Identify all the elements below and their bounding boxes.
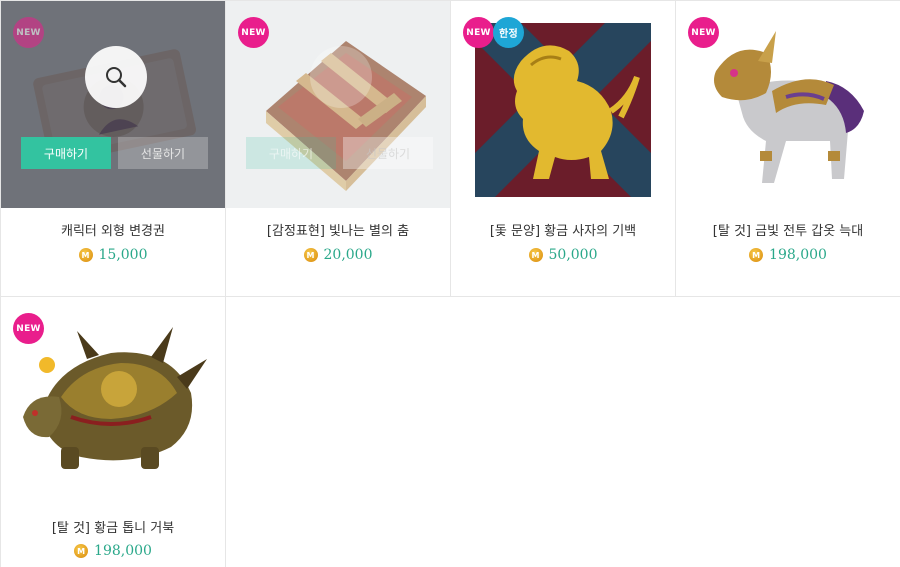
zoom-button[interactable] [85,46,147,108]
coin-icon: M [749,248,764,262]
coin-icon: M [528,248,543,262]
zoom-button[interactable] [310,46,372,108]
product-name[interactable]: [돛 문양] 황금 사자의 기백 [451,220,675,239]
gift-button[interactable]: 선물하기 [118,137,208,169]
product-grid: 구매하기 선물하기 NEW 캐릭터 외형 변경권 M 15,000 구매하기 선… [0,0,900,567]
price-amount: 198,000 [94,543,152,559]
price-amount: 198,000 [769,247,827,263]
buy-button[interactable]: 구매하기 [21,137,111,169]
product-name[interactable]: [탈 것] 금빛 전투 갑옷 늑대 [676,220,900,239]
coin-icon: M [74,544,89,558]
gift-button[interactable]: 선물하기 [343,137,433,169]
product-name[interactable]: 캐릭터 외형 변경권 [1,220,225,239]
product-thumbnail[interactable]: 구매하기 선물하기 NEW [226,1,450,208]
magnifier-icon [106,67,127,88]
product-price: M 198,000 [1,543,225,559]
limited-badge: 한정 [493,17,524,48]
badge-group: NEW [13,17,44,48]
new-badge: NEW [13,313,44,344]
price-amount: 15,000 [98,247,148,263]
product-thumbnail[interactable]: 구매하기 선물하기 NEW [1,1,225,208]
buy-button[interactable]: 구매하기 [246,137,336,169]
badge-group: NEW [688,17,719,48]
badge-group: NEW [238,17,269,48]
coin-icon: M [303,248,318,262]
product-card[interactable]: NEW [탈 것] 금빛 전투 갑옷 늑대 M 198,000 [676,1,900,297]
coin-icon: M [78,248,93,262]
product-name[interactable]: [감정표현] 빛나는 별의 춤 [226,220,450,239]
product-card[interactable]: NEW 한정 [돛 문양] 황금 사자의 기백 M 50,000 [451,1,676,297]
new-badge: NEW [13,17,44,48]
product-price: M 20,000 [226,247,450,263]
product-thumbnail[interactable]: NEW [1,297,225,504]
badge-group: NEW 한정 [463,17,524,48]
new-badge: NEW [238,17,269,48]
product-price: M 50,000 [451,247,675,263]
product-thumbnail[interactable]: NEW [676,1,900,208]
product-name[interactable]: [탈 것] 황금 톱니 거북 [1,517,225,536]
product-card[interactable]: NEW [탈 것] 황금 톱니 거북 M 198,000 [1,297,226,567]
product-thumbnail[interactable]: NEW 한정 [451,1,675,208]
badge-group: NEW [13,313,44,344]
product-price: M 198,000 [676,247,900,263]
product-card[interactable]: 구매하기 선물하기 NEW [감정표현] 빛나는 별의 춤 M 20,000 [226,1,451,297]
new-badge: NEW [688,17,719,48]
new-badge: NEW [463,17,494,48]
product-price: M 15,000 [1,247,225,263]
product-card[interactable]: 구매하기 선물하기 NEW 캐릭터 외형 변경권 M 15,000 [1,1,226,297]
price-amount: 20,000 [323,247,373,263]
price-amount: 50,000 [548,247,598,263]
